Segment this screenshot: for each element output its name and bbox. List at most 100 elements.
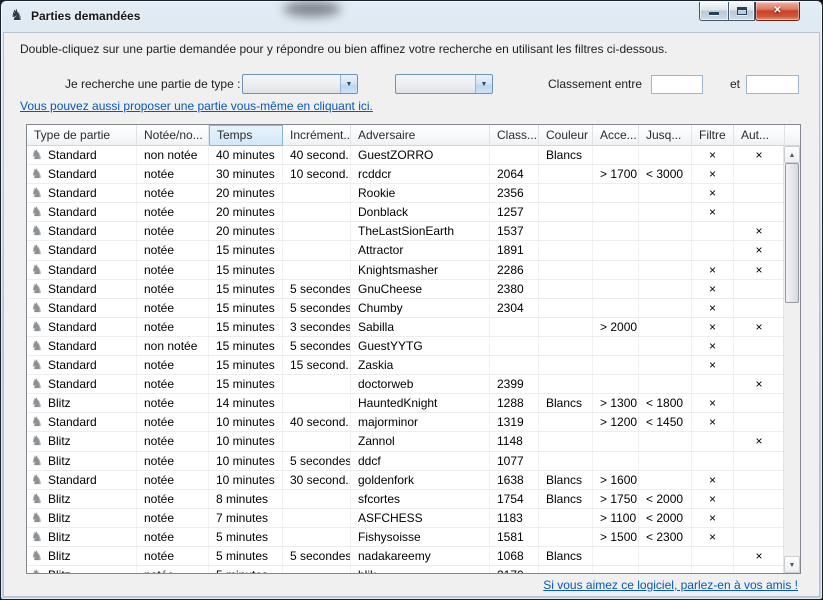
- cell-rated: notée: [137, 165, 209, 183]
- game-subtype-select[interactable]: ▼: [395, 74, 493, 94]
- column-header-auto[interactable]: Aut...: [734, 125, 785, 146]
- cell-rating: 1537: [490, 222, 539, 240]
- cell-increment: 5 secondes: [283, 280, 351, 298]
- cell-rated: notée: [137, 203, 209, 221]
- column-header-type[interactable]: Type de partie: [27, 125, 137, 146]
- game-row[interactable]: ♞Blitznotée7 minutesASFCHESS1183> 1100< …: [27, 509, 785, 528]
- scroll-up-button[interactable]: ▲: [784, 146, 800, 163]
- cell-rated: notée: [137, 509, 209, 527]
- cell-increment: [283, 432, 351, 450]
- cell-color: Blancs: [539, 394, 593, 412]
- knight-icon: ♞: [31, 528, 48, 546]
- cell-accept-max: < 3000: [639, 165, 692, 183]
- game-row[interactable]: ♞Standardnotée20 minutesDonblack1257×: [27, 203, 785, 222]
- game-row[interactable]: ♞Standardnon notée15 minutes5 secondesGu…: [27, 337, 785, 356]
- game-row[interactable]: ♞Blitznotée10 minutesZannol1148×: [27, 432, 785, 451]
- game-row[interactable]: ♞Blitznotée8 minutessfcortes1754Blancs> …: [27, 490, 785, 509]
- game-row[interactable]: ♞Standardnotée15 minutes5 secondesGnuChe…: [27, 280, 785, 299]
- column-header-time[interactable]: Temps: [209, 125, 283, 146]
- cell-accept-min: > 2000: [593, 318, 639, 336]
- cell-auto: [734, 528, 785, 546]
- maximize-button[interactable]: [728, 2, 755, 21]
- cell-accept-min: [593, 280, 639, 298]
- cell-type: ♞Blitz: [27, 490, 137, 508]
- game-row[interactable]: ♞Standardnotée10 minutes30 second...gold…: [27, 471, 785, 490]
- propose-game-link[interactable]: Vous pouvez aussi proposer une partie vo…: [20, 99, 373, 113]
- game-type-select[interactable]: ▼: [242, 74, 358, 94]
- minimize-button[interactable]: [699, 2, 728, 21]
- cell-rated: notée: [137, 566, 209, 574]
- knight-icon: ♞: [31, 452, 48, 470]
- cell-increment: [283, 261, 351, 279]
- scroll-down-button[interactable]: ▼: [784, 556, 800, 573]
- game-row[interactable]: ♞Blitznotée14 minutesHauntedKnight1288Bl…: [27, 394, 785, 413]
- cell-increment: 5 secondes: [283, 547, 351, 565]
- cell-increment: 5 secondes: [283, 337, 351, 355]
- cell-rating: 1891: [490, 241, 539, 259]
- cell-rated: notée: [137, 452, 209, 470]
- cell-filter: [692, 375, 734, 393]
- game-row[interactable]: ♞Standardnon notée40 minutes40 second...…: [27, 146, 785, 165]
- game-row[interactable]: ♞Standardnotée20 minutesRookie2356×: [27, 184, 785, 203]
- rating-max-input[interactable]: [746, 75, 799, 94]
- rating-min-input[interactable]: [651, 75, 703, 94]
- cell-type: ♞Standard: [27, 261, 137, 279]
- game-row[interactable]: ♞Blitznotée5 minutesblik2170: [27, 566, 785, 574]
- cell-accept-max: [639, 241, 692, 259]
- cell-time: 10 minutes: [209, 432, 283, 450]
- cell-rating: [490, 356, 539, 374]
- cell-type: ♞Blitz: [27, 547, 137, 565]
- close-button[interactable]: ✕: [755, 2, 800, 21]
- column-header-rating[interactable]: Class...: [490, 125, 539, 146]
- titlebar[interactable]: ♞ Parties demandées ✕: [1, 1, 822, 32]
- knight-icon: ♞: [31, 146, 48, 164]
- game-row[interactable]: ♞Standardnotée15 minutesAttractor1891×: [27, 241, 785, 260]
- vertical-scrollbar[interactable]: ▲ ▼: [783, 146, 800, 573]
- column-header-accept-min[interactable]: Acce...: [593, 125, 639, 146]
- cell-rated: notée: [137, 222, 209, 240]
- game-row[interactable]: ♞Standardnotée30 minutes10 second...rcdd…: [27, 165, 785, 184]
- cell-filter: [692, 432, 734, 450]
- cell-accept-max: [639, 280, 692, 298]
- cell-rating: 1319: [490, 413, 539, 431]
- column-header-color[interactable]: Couleur: [539, 125, 593, 146]
- cell-auto: [734, 280, 785, 298]
- game-row[interactable]: ♞Standardnotée15 minutes15 second...Zask…: [27, 356, 785, 375]
- cell-color: [539, 165, 593, 183]
- game-row[interactable]: ♞Standardnotée15 minutes3 secondesSabill…: [27, 318, 785, 337]
- game-row[interactable]: ♞Standardnotée10 minutes40 second...majo…: [27, 413, 785, 432]
- cell-rating: [490, 318, 539, 336]
- cell-accept-max: [639, 337, 692, 355]
- cell-increment: 3 secondes: [283, 318, 351, 336]
- cell-auto: ×: [734, 547, 785, 565]
- scrollbar-thumb[interactable]: [785, 163, 799, 303]
- cell-auto: [734, 165, 785, 183]
- game-row[interactable]: ♞Blitznotée5 minutesFishysoisse1581> 150…: [27, 528, 785, 547]
- cell-filter: ×: [692, 471, 734, 489]
- game-row[interactable]: ♞Standardnotée15 minutes5 secondesChumby…: [27, 299, 785, 318]
- cell-type: ♞Standard: [27, 356, 137, 374]
- column-header-accept-max[interactable]: Jusq...: [639, 125, 692, 146]
- cell-accept-min: [593, 337, 639, 355]
- column-header-rated[interactable]: Notée/no...: [137, 125, 209, 146]
- share-link[interactable]: Si vous aimez ce logiciel, parlez-en à v…: [543, 578, 798, 592]
- cell-auto: [734, 471, 785, 489]
- column-header-opponent[interactable]: Adversaire: [351, 125, 490, 146]
- cell-type: ♞Blitz: [27, 528, 137, 546]
- game-row[interactable]: ♞Standardnotée20 minutesTheLastSionEarth…: [27, 222, 785, 241]
- cell-color: [539, 432, 593, 450]
- game-row[interactable]: ♞Blitznotée5 minutes5 secondesnadakareem…: [27, 547, 785, 566]
- game-row[interactable]: ♞Standardnotée15 minutesKnightsmasher228…: [27, 261, 785, 280]
- game-row[interactable]: ♞Standardnotée15 minutesdoctorweb2399×: [27, 375, 785, 394]
- cell-accept-max: < 1450: [639, 413, 692, 431]
- cell-opponent: majorminor: [351, 413, 490, 431]
- knight-icon: ♞: [31, 222, 48, 240]
- cell-accept-min: [593, 261, 639, 279]
- cell-accept-min: [593, 203, 639, 221]
- column-header-filter[interactable]: Filtre: [692, 125, 734, 146]
- game-row[interactable]: ♞Blitznotée10 minutes5 secondesddcf1077: [27, 452, 785, 471]
- cell-rated: notée: [137, 184, 209, 202]
- column-header-increment[interactable]: Incrément...: [283, 125, 351, 146]
- cell-color: Blancs: [539, 490, 593, 508]
- cell-rated: notée: [137, 547, 209, 565]
